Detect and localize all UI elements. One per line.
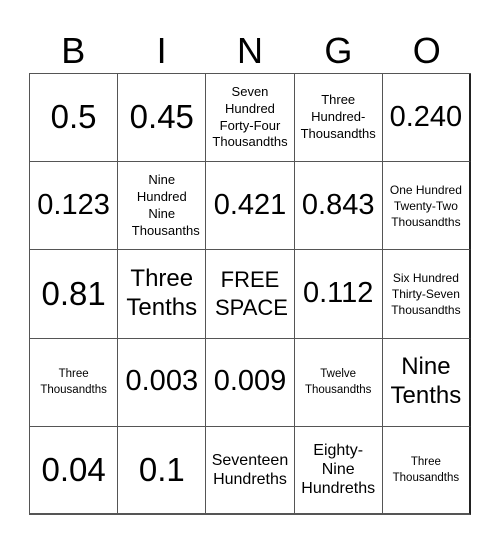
bingo-cell[interactable]: Three Thousandths bbox=[382, 426, 471, 515]
cell-text: 0.123 bbox=[37, 188, 110, 221]
cell-text: One Hundred Twenty-Two Thousandths bbox=[389, 182, 462, 229]
bingo-cell[interactable]: Nine Hundred Nine Thousanths bbox=[118, 162, 207, 251]
cell-text: Twelve Thousandths bbox=[304, 368, 372, 397]
cell-text: 0.45 bbox=[129, 98, 194, 136]
cell-text: 0.112 bbox=[302, 277, 374, 310]
bingo-cell[interactable]: 0.81 bbox=[30, 250, 119, 339]
header-letter-i: I bbox=[156, 30, 167, 71]
cell-text: Eighty-Nine Hundreths bbox=[301, 442, 376, 498]
cell-text: Nine Hundred Nine Thousanths bbox=[131, 172, 200, 238]
bingo-cell[interactable]: 0.123 bbox=[30, 162, 119, 251]
free-space-text: FREE SPACE bbox=[214, 267, 288, 320]
bingo-cell[interactable]: 0.5 bbox=[30, 74, 119, 163]
bingo-cell[interactable]: 0.112 bbox=[294, 250, 383, 339]
cell-text: Six Hundred Thirty-Seven Thousandths bbox=[391, 270, 461, 318]
cell-text: 0.1 bbox=[138, 450, 185, 488]
bingo-cell[interactable]: 0.003 bbox=[118, 338, 207, 427]
cell-text: 0.843 bbox=[301, 188, 375, 221]
bingo-cell[interactable]: Three Hundred-Thousandths bbox=[294, 74, 383, 163]
bingo-cell[interactable]: 0.240 bbox=[382, 74, 471, 163]
bingo-cell[interactable]: 0.009 bbox=[206, 338, 295, 427]
bingo-cell[interactable]: Eighty-Nine Hundreths bbox=[294, 426, 383, 515]
bingo-cell[interactable]: 0.421 bbox=[206, 162, 295, 251]
bingo-cell[interactable]: One Hundred Twenty-Two Thousandths bbox=[382, 162, 471, 251]
bingo-cell[interactable]: 0.04 bbox=[30, 426, 119, 515]
header-letter-b: B bbox=[61, 30, 86, 71]
cell-text: Seven Hundred Forty-Four Thousandths bbox=[212, 83, 288, 150]
bingo-cell[interactable]: Seventeen Hundreths bbox=[206, 426, 295, 515]
cell-text: Seventeen Hundreths bbox=[211, 451, 289, 488]
cell-text: 0.5 bbox=[50, 98, 97, 136]
cell-text: 0.009 bbox=[213, 365, 287, 398]
free-space-cell[interactable]: FREE SPACE bbox=[206, 250, 295, 339]
bingo-cell[interactable]: Three Thousandths bbox=[30, 338, 119, 427]
header-letter-o: O bbox=[412, 30, 441, 71]
cell-text: 0.240 bbox=[389, 100, 463, 133]
bingo-cell[interactable]: Three Tenths bbox=[118, 250, 207, 339]
bingo-cell[interactable]: Twelve Thousandths bbox=[294, 338, 383, 427]
bingo-cell[interactable]: 0.45 bbox=[118, 74, 207, 163]
cell-text: Three Thousandths bbox=[40, 368, 107, 397]
bingo-cell[interactable]: Seven Hundred Forty-Four Thousandths bbox=[206, 74, 295, 163]
bingo-board: 0.5 0.45 Seven Hundred Forty-Four Thousa… bbox=[29, 73, 471, 515]
bingo-cell[interactable]: Nine Tenths bbox=[382, 338, 471, 427]
cell-text: 0.04 bbox=[41, 450, 106, 488]
bingo-cell[interactable]: 0.843 bbox=[294, 162, 383, 251]
cell-text: 0.421 bbox=[213, 188, 287, 221]
cell-text: 0.81 bbox=[41, 274, 106, 312]
cell-text: Three Thousandths bbox=[392, 455, 460, 484]
bingo-cell[interactable]: 0.1 bbox=[118, 426, 207, 515]
cell-text: Three Hundred-Thousandths bbox=[300, 92, 376, 142]
bingo-cell[interactable]: Six Hundred Thirty-Seven Thousandths bbox=[382, 250, 471, 339]
header-letter-g: G bbox=[324, 30, 353, 71]
bingo-header: B I N G O bbox=[29, 28, 471, 73]
cell-text: Three Tenths bbox=[126, 265, 198, 321]
cell-text: Nine Tenths bbox=[390, 353, 462, 410]
cell-text: 0.003 bbox=[125, 365, 199, 398]
header-letter-n: N bbox=[236, 30, 263, 71]
